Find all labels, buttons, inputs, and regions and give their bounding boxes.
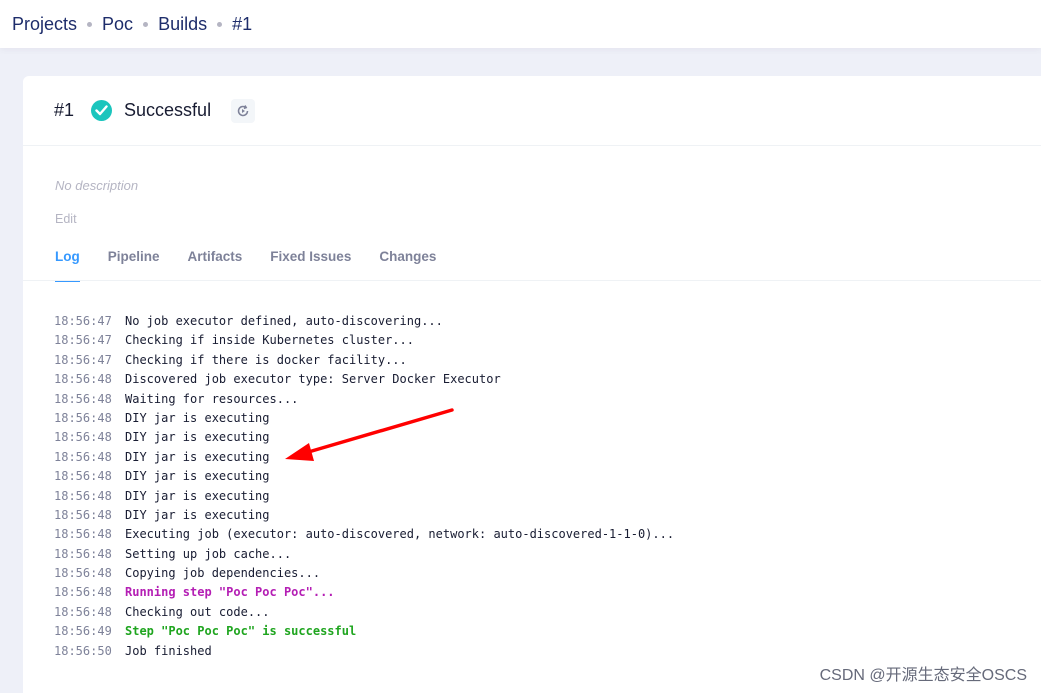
build-number: #1	[54, 100, 75, 120]
log-timestamp: 18:56:48	[54, 372, 112, 387]
log-message: Running step "Poc Poc Poc"...	[125, 585, 335, 600]
log-timestamp: 18:56:48	[54, 546, 112, 561]
log-timestamp: 18:56:48	[54, 449, 112, 464]
log-message: Checking out code...	[125, 604, 270, 619]
log-line: 18:56:48 DIY jar is executing	[54, 506, 674, 525]
tab-pipeline[interactable]: Pipeline	[108, 248, 160, 282]
log-timestamp: 18:56:48	[54, 391, 112, 406]
log-line: 18:56:48 DIY jar is executing	[54, 448, 674, 467]
log-line: 18:56:48 Checking out code...	[54, 603, 674, 622]
log-timestamp: 18:56:48	[54, 469, 112, 484]
log-message: Setting up job cache...	[125, 546, 292, 561]
log-message: Checking if there is docker facility...	[125, 352, 407, 367]
log-line: 18:56:48 Waiting for resources...	[54, 390, 674, 409]
tabs-divider	[23, 280, 1041, 281]
log-message: Step "Poc Poc Poc" is successful	[125, 624, 357, 639]
breadcrumb-build-current: #1	[232, 13, 253, 34]
tab-fixed-issues[interactable]: Fixed Issues	[270, 248, 351, 282]
log-message: DIY jar is executing	[125, 430, 270, 445]
breadcrumb-separator	[143, 21, 149, 27]
tab-log[interactable]: Log	[55, 248, 80, 282]
tab-artifacts[interactable]: Artifacts	[188, 248, 243, 282]
watermark: CSDN @开源生态安全OSCS	[819, 667, 1027, 684]
log-timestamp: 18:56:49	[54, 624, 112, 639]
build-header: #1 Successful	[23, 76, 1041, 146]
log-line: 18:56:48 DIY jar is executing	[54, 467, 674, 486]
log-timestamp: 18:56:48	[54, 488, 112, 503]
log-timestamp: 18:56:48	[54, 585, 112, 600]
build-description: No description	[55, 178, 139, 193]
edit-description-link[interactable]: Edit	[55, 212, 77, 226]
log-message: No job executor defined, auto-discoverin…	[125, 314, 443, 328]
log-message: Checking if inside Kubernetes cluster...	[125, 333, 414, 348]
log-timestamp: 18:56:47	[54, 314, 112, 328]
breadcrumb-separator	[87, 21, 93, 27]
log-line: 18:56:48 Setting up job cache...	[54, 545, 674, 564]
log-message: DIY jar is executing	[125, 469, 270, 484]
breadcrumb-builds[interactable]: Builds	[158, 14, 207, 35]
log-timestamp: 18:56:48	[54, 566, 112, 581]
log-timestamp: 18:56:50	[54, 643, 112, 658]
log-message: Waiting for resources...	[125, 391, 299, 406]
log-line: 18:56:49 Step "Poc Poc Poc" is successful	[54, 622, 674, 641]
log-message: DIY jar is executing	[125, 507, 270, 522]
log-timestamp: 18:56:47	[54, 352, 112, 367]
log-timestamp: 18:56:48	[54, 604, 112, 619]
build-status: Successful	[124, 100, 212, 120]
log-line: 18:56:50 Job finished	[54, 642, 674, 661]
breadcrumb-project-poc[interactable]: Poc	[102, 14, 133, 35]
log-message: Job finished	[125, 643, 212, 658]
log-message: DIY jar is executing	[125, 410, 270, 425]
log-message: DIY jar is executing	[125, 449, 270, 464]
log-line: 18:56:47 Checking if inside Kubernetes cl…	[54, 331, 674, 350]
log-line: 18:56:48 Running step "Poc Poc Poc"...	[54, 583, 674, 602]
build-log: 18:56:47 No job executor defined, auto-di…	[54, 312, 674, 661]
build-tabs: Log Pipeline Artifacts Fixed Issues Chan…	[55, 248, 464, 282]
breadcrumb-projects[interactable]: Projects	[12, 14, 77, 35]
log-timestamp: 18:56:48	[54, 527, 112, 542]
breadcrumb: Projects Poc Builds #1	[0, 0, 1041, 48]
log-line: 18:56:48 Copying job dependencies...	[54, 564, 674, 583]
check-circle-icon	[91, 100, 113, 121]
tab-changes[interactable]: Changes	[379, 248, 436, 282]
log-timestamp: 18:56:48	[54, 430, 112, 445]
log-line: 18:56:47 No job executor defined, auto-di…	[54, 312, 674, 331]
build-card: #1 Successful No description Edit Log Pi…	[23, 76, 1041, 693]
breadcrumb-separator	[217, 21, 223, 27]
log-line: 18:56:48 Executing job (executor: auto-di…	[54, 525, 674, 544]
log-line: 18:56:48 DIY jar is executing	[54, 487, 674, 506]
rebuild-button[interactable]	[231, 98, 256, 123]
log-timestamp: 18:56:47	[54, 333, 112, 348]
log-line: 18:56:47 Checking if there is docker faci…	[54, 351, 674, 370]
log-message: DIY jar is executing	[125, 488, 270, 503]
log-timestamp: 18:56:48	[54, 410, 112, 425]
log-line: 18:56:48 DIY jar is executing	[54, 409, 674, 428]
log-message: Executing job (executor: auto-discovered…	[125, 527, 675, 542]
log-message: Copying job dependencies...	[125, 566, 321, 581]
rebuild-icon	[237, 104, 249, 116]
log-timestamp: 18:56:48	[54, 507, 112, 522]
log-line: 18:56:48 DIY jar is executing	[54, 428, 674, 447]
log-message: Discovered job executor type: Server Doc…	[125, 372, 501, 387]
log-line: 18:56:48 Discovered job executor type: Se…	[54, 370, 674, 389]
